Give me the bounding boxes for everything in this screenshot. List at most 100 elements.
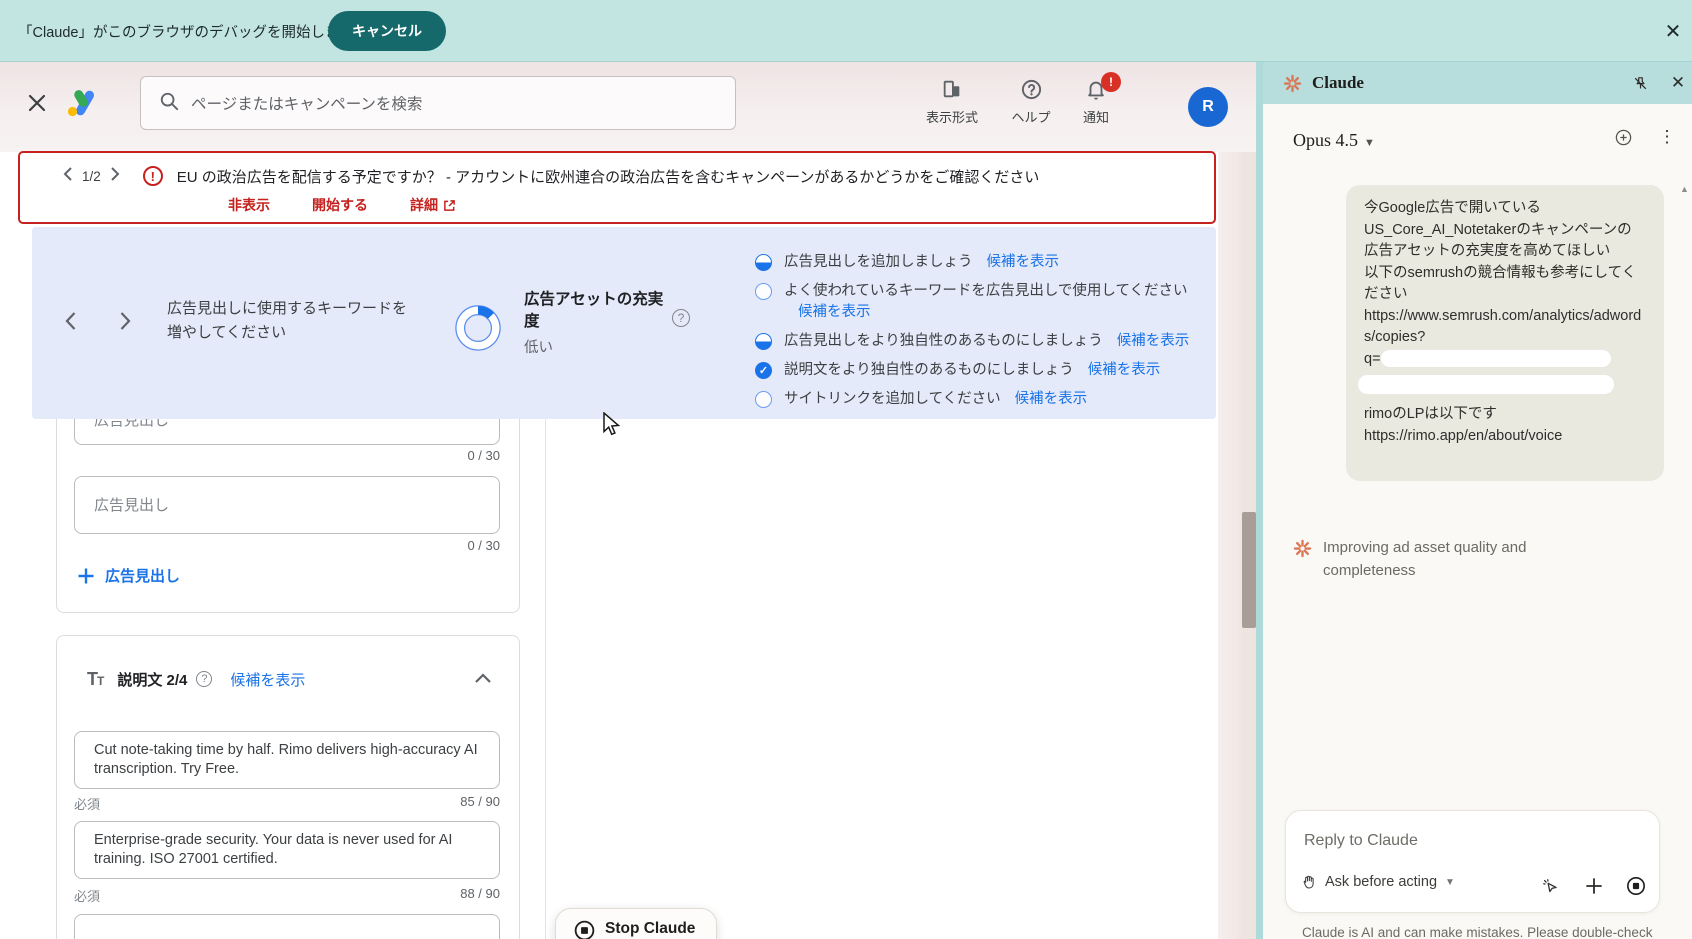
stop-icon	[574, 920, 595, 939]
avatar[interactable]: R	[1188, 87, 1228, 127]
show-suggestions-link[interactable]: 候補を表示	[987, 254, 1060, 270]
external-link-icon	[443, 199, 456, 212]
text-format-icon: TT	[87, 669, 103, 690]
attach-plus-icon[interactable]	[1582, 874, 1606, 898]
required-label: 必須	[74, 794, 100, 813]
claude-spinner-icon	[1293, 539, 1312, 563]
appearance-button[interactable]: 表示形式	[910, 75, 994, 126]
counter-row: 必須 85 / 90	[74, 794, 500, 813]
plus-icon	[77, 567, 95, 585]
incomplete-icon	[755, 283, 772, 300]
headline-input-2[interactable]	[74, 476, 500, 534]
search-icon	[159, 91, 179, 116]
suggestion-item: よく使われているキーワードを広告見出しで使用してください候補を表示	[755, 281, 1213, 323]
new-chat-icon[interactable]	[1611, 125, 1635, 149]
kebab-menu-icon[interactable]: ⋮	[1655, 125, 1679, 149]
close-panel-icon[interactable]	[22, 88, 52, 118]
checked-icon: ✓	[755, 362, 772, 379]
chat-scroll-up-icon[interactable]: ▲	[1680, 184, 1689, 194]
ad-strength-donut-chart	[453, 303, 503, 358]
character-counter: 0 / 30	[467, 448, 500, 463]
redacted-text	[1381, 350, 1611, 367]
suggestion-text: 広告見出しを追加しましょう	[784, 254, 973, 270]
ads-header: ページまたはキャンペーンを検索 表示形式 ヘルプ 通知 !	[0, 62, 1256, 152]
carousel-prev-icon[interactable]	[64, 311, 88, 335]
model-selector[interactable]: Opus 4.5▼	[1293, 130, 1375, 151]
stop-claude-label: Stop Claude	[605, 920, 695, 938]
description-input-3[interactable]	[74, 914, 500, 939]
chevron-down-icon: ▼	[1364, 137, 1375, 149]
add-headline-button[interactable]: 広告見出し	[77, 565, 180, 586]
ad-strength-help-icon[interactable]: ?	[672, 309, 690, 327]
required-label: 必須	[74, 886, 100, 905]
content-divider	[545, 419, 546, 939]
user-message-bubble: 今Google広告で開いている US_Core_AI_Notetakerのキャン…	[1346, 185, 1664, 481]
reply-input[interactable]: Reply to Claude	[1304, 832, 1418, 850]
ad-strength-value: 低い	[524, 336, 674, 357]
hide-button[interactable]: 非表示	[228, 195, 270, 215]
counter-row: 0 / 30	[74, 538, 500, 553]
carousel-next-icon[interactable]	[120, 311, 144, 335]
details-label: 詳細	[410, 195, 438, 215]
unpin-icon[interactable]	[1626, 69, 1654, 97]
debug-bar: 「Claude」がこのブラウザのデバッグを開始しました キャンセル ✕	[0, 0, 1692, 62]
assistant-status-text: Improving ad asset quality and completen…	[1323, 536, 1623, 582]
claude-sidebar: Claude ✕ Opus 4.5▼ ⋮ ▲ 今Google広告で開いている U…	[1263, 62, 1692, 939]
alert-icon: !	[143, 166, 163, 186]
cursor-action-icon[interactable]	[1538, 874, 1562, 898]
details-link[interactable]: 詳細	[410, 195, 456, 215]
permission-mode-selector[interactable]: Ask before acting ▼	[1301, 874, 1455, 890]
description-input-1[interactable]: Cut note-taking time by half. Rimo deliv…	[74, 731, 500, 789]
start-button[interactable]: 開始する	[312, 195, 368, 215]
cancel-debug-button[interactable]: キャンセル	[328, 11, 446, 51]
eu-political-ads-alert: 1/2 ! EU の政治広告を配信する予定ですか？ - アカウントに欧州連合の政…	[18, 151, 1216, 224]
descriptions-help-icon[interactable]: ?	[196, 671, 212, 687]
ad-strength-title: 広告アセットの充実度	[524, 289, 674, 333]
incomplete-icon	[755, 391, 772, 408]
descriptions-header: TT 説明文 2/4 ? 候補を表示	[87, 666, 491, 692]
half-complete-icon	[755, 254, 772, 271]
close-sidebar-icon[interactable]: ✕	[1664, 69, 1692, 97]
counter-row: 必須 88 / 90	[74, 886, 500, 905]
notifications-label: 通知	[1083, 107, 1109, 126]
google-ads-logo-icon[interactable]	[66, 88, 100, 123]
chevron-right-icon[interactable]	[105, 167, 127, 186]
record-stop-icon[interactable]	[1624, 874, 1648, 898]
half-complete-icon	[755, 333, 772, 350]
suggestion-item: ✓ 説明文をより独自性のあるものにしましょう候補を表示	[755, 360, 1213, 381]
chevron-down-icon: ▼	[1445, 877, 1455, 888]
notification-badge: !	[1101, 72, 1121, 92]
headlines-card: 0 / 30 0 / 30 広告見出し	[56, 392, 520, 613]
descriptions-suggestions-link[interactable]: 候補を表示	[230, 669, 305, 690]
redacted-text	[1358, 375, 1614, 394]
composer-toolbar: Ask before acting ▼	[1286, 871, 1659, 901]
show-suggestions-link[interactable]: 候補を表示	[1015, 391, 1088, 407]
notifications-button[interactable]: 通知	[1054, 75, 1138, 126]
suggestion-item: 広告見出しを追加しましょう候補を表示	[755, 252, 1213, 273]
claude-title: Claude	[1312, 73, 1364, 93]
stop-claude-button[interactable]: Stop Claude	[555, 908, 717, 939]
google-ads-window: ページまたはキャンペーンを検索 表示形式 ヘルプ 通知 !	[0, 62, 1256, 939]
permission-mode-label: Ask before acting	[1325, 874, 1437, 890]
model-row: Opus 4.5▼ ⋮	[1263, 122, 1692, 162]
alert-message: EU の政治広告を配信する予定ですか？ - アカウントに欧州連合の政治広告を含む…	[177, 166, 1040, 187]
description-input-2[interactable]: Enterprise-grade security. Your data is …	[74, 821, 500, 879]
help-label: ヘルプ	[1011, 107, 1050, 126]
scrollbar-thumb[interactable]	[1242, 512, 1256, 628]
counter-row: 0 / 30	[74, 448, 500, 463]
descriptions-card: TT 説明文 2/4 ? 候補を表示 Cut note-taking time …	[56, 635, 520, 939]
alert-actions: 非表示 開始する 詳細	[228, 195, 456, 215]
sidebar-left-border	[1256, 62, 1263, 939]
chevron-left-icon[interactable]	[56, 167, 78, 186]
user-message-text: 今Google広告で開いている US_Core_AI_Notetakerのキャン…	[1364, 200, 1641, 367]
show-suggestions-link[interactable]: 候補を表示	[798, 304, 871, 320]
close-icon[interactable]: ✕	[1660, 18, 1686, 44]
show-suggestions-link[interactable]: 候補を表示	[1117, 333, 1190, 349]
hand-icon	[1301, 874, 1317, 890]
collapse-icon[interactable]	[475, 670, 491, 688]
show-suggestions-link[interactable]: 候補を表示	[1088, 362, 1161, 378]
help-icon	[1020, 75, 1043, 103]
carousel-text: 広告見出しに使用するキーワードを増やしてください	[167, 297, 417, 345]
search-input[interactable]: ページまたはキャンペーンを検索	[140, 76, 736, 130]
alert-row: 1/2 ! EU の政治広告を配信する予定ですか？ - アカウントに欧州連合の政…	[20, 164, 1214, 188]
